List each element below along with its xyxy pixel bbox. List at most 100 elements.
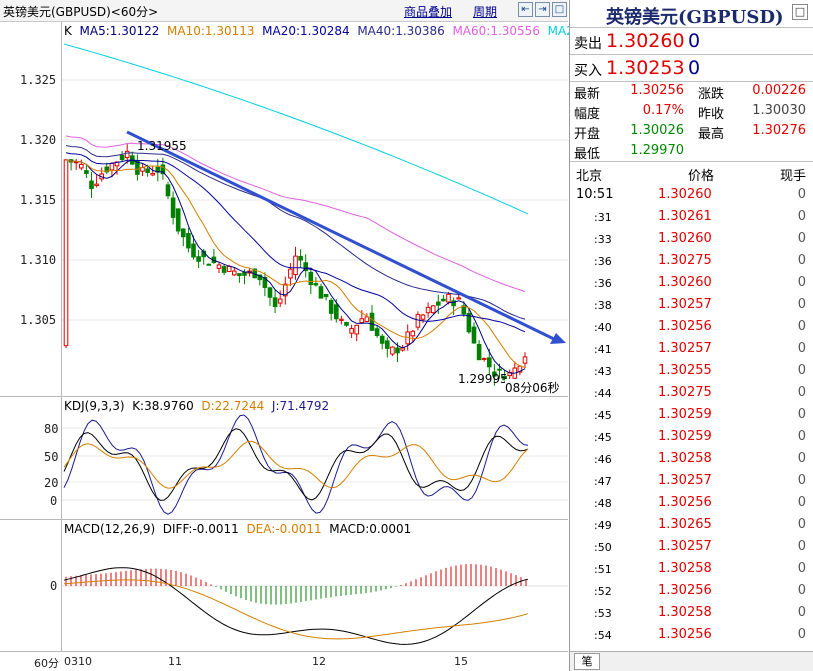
tick-header-price: 价格 bbox=[688, 169, 715, 184]
k-line bbox=[63, 428, 529, 501]
tick-row: :33 1.30260 0 bbox=[570, 228, 813, 250]
sell-volume: 0 bbox=[688, 30, 701, 52]
candle-body bbox=[181, 228, 186, 238]
close-icon[interactable]: □ bbox=[792, 4, 808, 20]
tick-row: :41 1.30257 0 bbox=[570, 338, 813, 360]
tick-row: :44 1.30275 0 bbox=[570, 382, 813, 404]
tick-volume: 0 bbox=[797, 517, 806, 532]
candle-body bbox=[124, 150, 130, 159]
scroll-left-icon[interactable]: ⇤ bbox=[518, 2, 533, 17]
date-label: 0310 bbox=[64, 655, 92, 668]
panel-tabbar: 笔 bbox=[570, 651, 813, 671]
tick-volume: 0 bbox=[797, 561, 806, 576]
buy-label: 买入 bbox=[574, 63, 602, 79]
tick-price: 1.30259 bbox=[658, 407, 712, 422]
candle-body bbox=[293, 255, 298, 276]
tick-price: 1.30275 bbox=[658, 253, 712, 268]
date-label: 11 bbox=[168, 655, 182, 668]
tick-price: 1.30257 bbox=[658, 473, 712, 488]
kdj-pane[interactable]: 80 50 20 0 KDJ(9,3,3) K:38.9760 D:22.724… bbox=[0, 397, 568, 520]
period-label: 60分 bbox=[34, 657, 59, 670]
buy-row: 买入 1.30253 0 bbox=[570, 55, 813, 82]
candle-body bbox=[242, 271, 247, 276]
candle-body bbox=[84, 170, 89, 174]
tick-row: :50 1.30257 0 bbox=[570, 536, 813, 558]
zoom-icon[interactable]: □ bbox=[552, 2, 567, 17]
candle-body bbox=[165, 184, 171, 197]
candle-body bbox=[430, 305, 436, 314]
candle-body bbox=[379, 335, 385, 344]
tick-row: :47 1.30257 0 bbox=[570, 470, 813, 492]
kdj-chart bbox=[62, 414, 568, 515]
candle-body bbox=[63, 159, 69, 347]
low-annotation: 1.29995 bbox=[458, 372, 508, 386]
stat-label: 幅度 bbox=[574, 107, 601, 122]
candle-body bbox=[456, 297, 461, 300]
tab-ticks[interactable]: 笔 bbox=[574, 653, 600, 670]
overlay-link[interactable]: 商品叠加 bbox=[404, 3, 452, 20]
candle-body bbox=[425, 306, 431, 314]
candle-body bbox=[471, 326, 477, 344]
candle-body bbox=[288, 268, 293, 279]
candle-body bbox=[150, 172, 155, 176]
tick-list[interactable]: 10:51 1.30260 0:31 1.30261 0:33 1.30260 0:36 1.… bbox=[570, 184, 813, 650]
tick-row: :54 1.30256 0 bbox=[570, 624, 813, 646]
tick-time: :48 bbox=[594, 497, 612, 510]
tick-price: 1.30256 bbox=[658, 627, 712, 642]
j-line bbox=[63, 414, 529, 515]
stat-value: 1.30030 bbox=[752, 103, 806, 118]
candle-body bbox=[369, 312, 375, 331]
candle-body bbox=[420, 314, 426, 320]
tick-row: :43 1.30255 0 bbox=[570, 360, 813, 382]
tick-price: 1.30261 bbox=[658, 209, 712, 224]
stat-value: 0.00226 bbox=[752, 83, 806, 98]
stat-label: 昨收 bbox=[698, 107, 725, 122]
candlestick-chart bbox=[62, 43, 568, 386]
tick-volume: 0 bbox=[797, 275, 806, 290]
scroll-right-icon[interactable]: ⇥ bbox=[535, 2, 550, 17]
tick-volume: 0 bbox=[797, 473, 806, 488]
tick-row: :31 1.30261 0 bbox=[570, 206, 813, 228]
tick-row: :40 1.30256 0 bbox=[570, 316, 813, 338]
tick-time: :36 bbox=[594, 255, 612, 268]
tick-volume: 0 bbox=[797, 187, 806, 202]
candle-body bbox=[395, 347, 400, 354]
candle-body bbox=[374, 328, 380, 337]
candle-body bbox=[89, 180, 94, 190]
tick-price: 1.30257 bbox=[658, 297, 712, 312]
chart-toolbar: 英镑美元(GBPUSD)<60分> 商品叠加 周期 ⇤ ⇥ □ bbox=[0, 0, 568, 22]
tick-price: 1.30257 bbox=[658, 341, 712, 356]
tick-time: :36 bbox=[594, 277, 612, 290]
period-link[interactable]: 周期 bbox=[473, 3, 497, 20]
tick-header: 北京 价格 现手 bbox=[570, 162, 813, 184]
sell-row: 卖出 1.30260 0 bbox=[570, 28, 813, 55]
candle-body bbox=[206, 263, 212, 266]
tick-price: 1.30258 bbox=[658, 451, 712, 466]
stats-table: 最新 1.30256 涨跌 0.00226 幅度 0.17% 昨收 1.3003… bbox=[570, 82, 813, 162]
tick-volume: 0 bbox=[797, 319, 806, 334]
candle-body bbox=[323, 293, 329, 298]
tick-time: :33 bbox=[594, 233, 612, 246]
sell-price: 1.30260 bbox=[606, 30, 685, 52]
tick-price: 1.30259 bbox=[658, 429, 712, 444]
tick-time: :49 bbox=[594, 519, 612, 532]
candle-body bbox=[390, 346, 395, 355]
tick-price: 1.30265 bbox=[658, 517, 712, 532]
candle-body bbox=[186, 232, 191, 249]
tick-time: :51 bbox=[594, 563, 612, 576]
tick-time: :45 bbox=[594, 431, 612, 444]
tick-row: :36 1.30260 0 bbox=[570, 272, 813, 294]
candle-body bbox=[170, 197, 176, 218]
macd-pane[interactable]: 0 MACD(12,26,9) DIFF:-0.0011 DEA:-0.0011… bbox=[0, 520, 568, 652]
tick-time: :43 bbox=[594, 365, 612, 378]
candle-body bbox=[237, 273, 242, 277]
candle-body bbox=[364, 316, 370, 322]
tick-volume: 0 bbox=[797, 341, 806, 356]
candle-body bbox=[277, 298, 283, 304]
tick-price: 1.30260 bbox=[658, 275, 712, 290]
price-pane[interactable]: 1.325 1.320 1.315 1.310 1.305 K MA5:1.30… bbox=[0, 22, 627, 397]
candle-body bbox=[79, 163, 84, 169]
tick-price: 1.30257 bbox=[658, 539, 712, 554]
candle-body bbox=[226, 265, 232, 273]
tick-volume: 0 bbox=[797, 451, 806, 466]
